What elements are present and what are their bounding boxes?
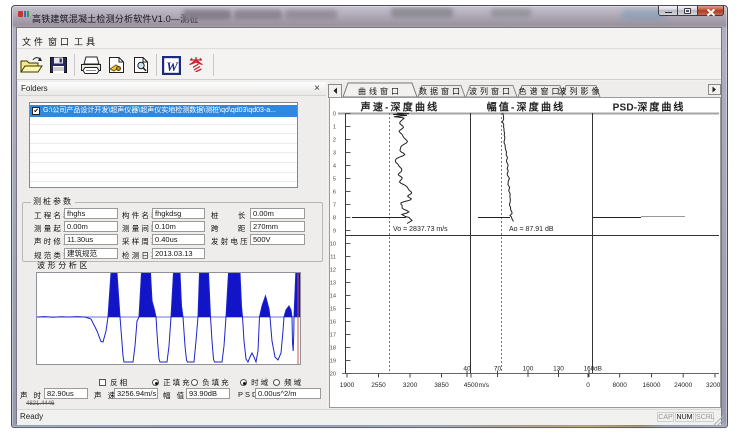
svg-text:Ao = 87.91 dB: Ao = 87.91 dB — [509, 226, 554, 233]
svg-text:1: 1 — [333, 124, 336, 130]
svg-text:130: 130 — [553, 366, 564, 373]
svg-text:Vo = 2837.73 m/s: Vo = 2837.73 m/s — [393, 226, 448, 233]
svg-text:24000: 24000 — [674, 382, 692, 389]
svg-text:9: 9 — [333, 228, 336, 234]
svg-text:2550: 2550 — [371, 382, 386, 389]
svg-text:12: 12 — [330, 267, 336, 273]
svg-text:色谱窗口: 色谱窗口 — [519, 86, 563, 96]
svg-text:波列影像: 波列影像 — [559, 86, 603, 96]
svg-text:W: W — [166, 59, 179, 74]
svg-text:32000: 32000 — [706, 382, 720, 389]
svg-text:4: 4 — [333, 163, 336, 169]
svg-text:13: 13 — [330, 280, 336, 286]
svg-text:6: 6 — [333, 189, 336, 195]
svg-text:7: 7 — [333, 202, 336, 208]
svg-text:声速-深度曲线: 声速-深度曲线 — [360, 101, 440, 114]
svg-text:10: 10 — [330, 241, 336, 247]
svg-text:m/s: m/s — [479, 382, 490, 389]
svg-text:8: 8 — [333, 215, 336, 221]
svg-text:曲线窗口: 曲线窗口 — [358, 86, 402, 96]
svg-text:数据窗口: 数据窗口 — [419, 86, 463, 96]
svg-text:8000: 8000 — [612, 382, 627, 389]
svg-text:5: 5 — [333, 176, 336, 182]
svg-text:16: 16 — [330, 319, 336, 325]
svg-text:波列窗口: 波列窗口 — [469, 86, 513, 96]
svg-text:1900: 1900 — [340, 382, 355, 389]
svg-text:70: 70 — [494, 366, 502, 373]
svg-text:3850: 3850 — [434, 382, 449, 389]
svg-text:11: 11 — [330, 254, 336, 260]
svg-text:PSD-深度曲线: PSD-深度曲线 — [613, 101, 686, 114]
svg-text:4500: 4500 — [464, 382, 479, 389]
svg-text:3: 3 — [333, 150, 336, 156]
svg-text:3200: 3200 — [403, 382, 418, 389]
svg-text:0: 0 — [586, 382, 590, 389]
svg-text:0: 0 — [333, 111, 336, 117]
svg-text:18: 18 — [330, 345, 336, 351]
svg-text:幅值-深度曲线: 幅值-深度曲线 — [487, 101, 566, 114]
svg-text:20: 20 — [330, 371, 336, 377]
svg-text:17: 17 — [330, 332, 336, 338]
svg-text:16000: 16000 — [642, 382, 660, 389]
svg-text:14: 14 — [330, 293, 336, 299]
svg-text:19: 19 — [330, 358, 336, 364]
svg-text:100: 100 — [523, 366, 534, 373]
svg-text:2: 2 — [333, 137, 336, 143]
svg-text:40: 40 — [463, 366, 471, 373]
svg-text:dB: dB — [594, 366, 602, 373]
svg-text:15: 15 — [330, 306, 336, 312]
